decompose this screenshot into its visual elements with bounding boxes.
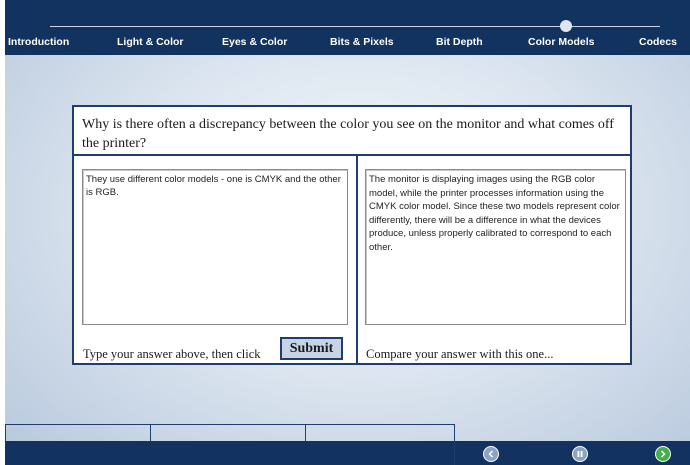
nav-item-introduction[interactable]: Introduction: [8, 36, 69, 48]
nav-item-light-color[interactable]: Light & Color: [117, 36, 184, 48]
bottom-tab-1[interactable]: [5, 424, 151, 441]
answer-input[interactable]: They use different color models - one is…: [82, 169, 348, 325]
nav-item-bits-pixels[interactable]: Bits & Pixels: [330, 36, 394, 48]
column-divider: [356, 154, 358, 363]
chevron-left-icon: [488, 450, 494, 458]
question-text: Why is there often a discrepancy between…: [82, 117, 614, 151]
divider: [74, 154, 630, 156]
compare-caption: Compare your answer with this one...: [366, 347, 554, 361]
nav-item-codecs[interactable]: Codecs: [639, 36, 677, 48]
question-dialog: Why is there often a discrepancy between…: [72, 105, 632, 365]
model-answer-box: The monitor is displaying images using t…: [365, 169, 626, 325]
nav-item-color-models[interactable]: Color Models: [528, 36, 595, 48]
bottom-tab-2[interactable]: [150, 424, 306, 441]
instruction-text: Type your answer above, then click: [83, 347, 261, 361]
submit-button[interactable]: Submit: [280, 337, 343, 360]
next-button[interactable]: [655, 446, 671, 462]
back-button[interactable]: [483, 446, 499, 462]
top-navigation: Introduction Light & Color Eyes & Color …: [5, 0, 690, 55]
pause-button[interactable]: [572, 446, 588, 462]
pause-icon: [577, 451, 583, 457]
nav-item-bit-depth[interactable]: Bit Depth: [436, 36, 483, 48]
bottom-tab-3[interactable]: [305, 424, 455, 441]
chevron-right-icon: [660, 450, 666, 458]
bottom-divider: [454, 424, 455, 465]
nav-item-eyes-color[interactable]: Eyes & Color: [222, 36, 287, 48]
progress-indicator: [560, 20, 572, 32]
